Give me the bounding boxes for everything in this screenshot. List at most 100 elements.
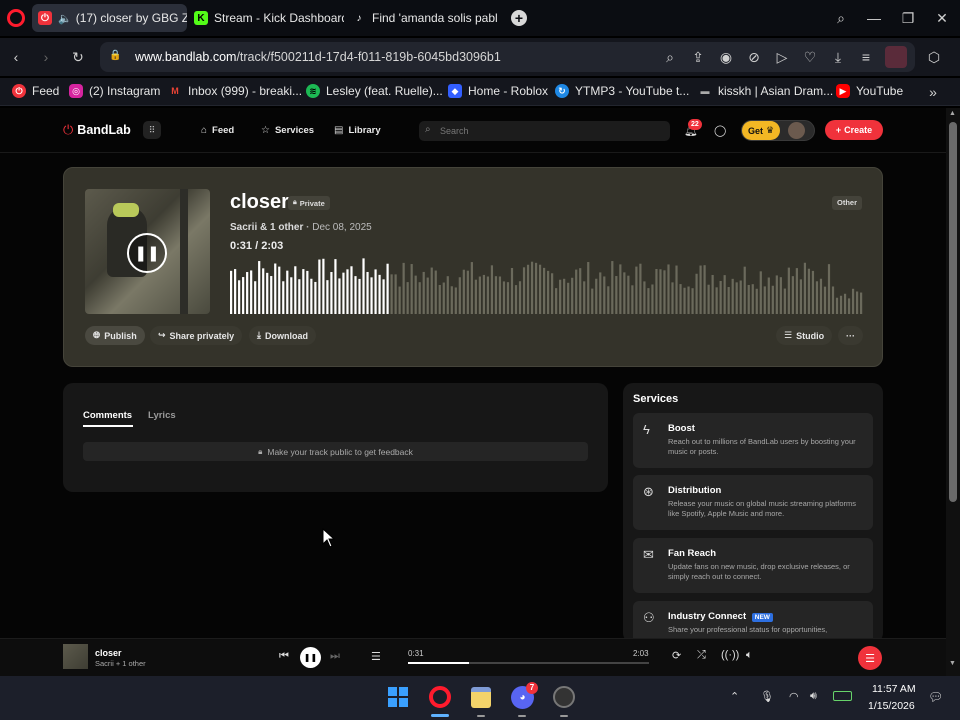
page-scrollbar[interactable]: ▲ ▼ (946, 108, 960, 676)
previous-button[interactable]: ⏮ (279, 650, 289, 663)
tab-lyrics[interactable]: Lyrics (148, 410, 176, 421)
player-icon[interactable]: ▷ (774, 49, 790, 65)
waveform-bar (246, 272, 249, 314)
reload-icon[interactable]: ↻ (70, 49, 86, 65)
battery-icon[interactable] (833, 691, 852, 701)
clock-time[interactable]: 11:57 AM (872, 683, 916, 695)
bookmark-youtube[interactable]: ▶ YouTube (836, 84, 903, 98)
wifi-icon[interactable]: ◠ (789, 690, 799, 703)
player-cover-art[interactable] (63, 644, 88, 669)
instagram-icon: ◎ (69, 84, 83, 98)
app-icon[interactable] (553, 686, 575, 708)
bookmark-spotify[interactable]: ≋ Lesley (feat. Ruelle)... (306, 84, 443, 98)
download-icon[interactable]: ⤓ (830, 49, 846, 65)
notification-center-icon[interactable]: 💬︎ (928, 690, 943, 704)
windows-start-icon[interactable] (388, 687, 408, 707)
messages-icon[interactable]: ◯ (714, 124, 726, 137)
restore-icon[interactable]: ❐ (900, 10, 916, 26)
broadcast-icon[interactable]: ((·)) (721, 649, 739, 661)
bookmark-kisskh[interactable]: ▬ kisskh | Asian Dram... (698, 84, 834, 98)
scroll-up-icon[interactable]: ▲ (949, 110, 956, 117)
waveform-bar (651, 284, 654, 314)
download-button[interactable]: ⤓ Download (249, 326, 316, 345)
repeat-icon[interactable]: ⟳ (672, 649, 681, 662)
waveform-bar (555, 288, 558, 314)
easy-setup-icon[interactable]: ≡ (858, 49, 874, 65)
bookmark-gmail[interactable]: M Inbox (999) - breaki... (168, 84, 302, 98)
clock-date[interactable]: 1/15/2026 (868, 700, 915, 712)
waveform[interactable] (230, 258, 864, 314)
waveform-bar (282, 281, 285, 314)
playlist-button[interactable]: ☰ (858, 646, 882, 670)
publish-button[interactable]: 🌐︎ Publish (85, 326, 145, 345)
close-window-icon[interactable]: ✕ (934, 10, 950, 26)
search-input[interactable]: ⌕ Search (419, 121, 670, 141)
tab-comments[interactable]: Comments (83, 410, 132, 421)
get-membership-button[interactable]: Get ♛ (741, 120, 815, 141)
waveform-bar (410, 264, 413, 314)
waveform-bar (575, 269, 578, 314)
url-field[interactable]: 🔒 www.bandlab.com/track/f500211d-17d4-f0… (100, 42, 915, 72)
new-tab-button[interactable]: + (511, 10, 527, 26)
service-industry-connect[interactable]: ⚇ Industry Connect NEW Share your profes… (633, 601, 873, 638)
share-icon[interactable]: ⇪ (690, 49, 706, 65)
profile-avatar[interactable] (885, 46, 907, 68)
scrollbar-thumb[interactable] (949, 122, 957, 502)
service-boost[interactable]: ϟ Boost Reach out to millions of BandLab… (633, 413, 873, 468)
volume-icon[interactable]: 🔈︎ (746, 649, 753, 662)
waveform-bar (719, 280, 722, 314)
heart-icon[interactable]: ♡ (802, 49, 818, 65)
shuffle-icon[interactable]: ⤮ (697, 649, 706, 662)
adblock-icon[interactable]: ⊘ (746, 49, 762, 65)
forward-icon[interactable]: › (38, 49, 54, 65)
nav-feed[interactable]: ⌂ Feed (201, 125, 234, 136)
bandlab-icon: ⏻ (12, 84, 26, 98)
extensions-icon[interactable]: ⬡ (926, 49, 942, 65)
player-title[interactable]: closer (95, 648, 122, 658)
back-icon[interactable]: ‹ (8, 49, 24, 65)
cover-art[interactable]: ❚❚ (85, 189, 210, 314)
bandlab-logo[interactable]: ⏻ BandLab (63, 122, 131, 138)
search-tabs-icon[interactable]: ⌕ (833, 10, 849, 26)
camera-icon[interactable]: ◉ (718, 49, 734, 65)
tab-bandlab[interactable]: ⏻ 🔈 (17) closer by GBG Zay (32, 4, 187, 32)
waveform-bar (346, 269, 349, 314)
pause-button[interactable]: ❚❚ (127, 233, 167, 273)
bookmark-instagram[interactable]: ◎ (2) Instagram (69, 84, 160, 98)
apps-grid-button[interactable]: ⠿ (143, 121, 161, 139)
waveform-bar (787, 267, 790, 314)
player-pause-button[interactable]: ❚❚ (300, 647, 321, 668)
bookmark-roblox[interactable]: ◆ Home - Roblox (448, 84, 548, 98)
tray-overflow-icon[interactable]: ⌃ (730, 690, 739, 703)
tab-tiktok[interactable]: ♪ Find 'amanda solis pablo' (352, 4, 499, 32)
opera-logo-icon[interactable] (7, 9, 25, 27)
opera-taskbar-icon[interactable] (429, 686, 451, 708)
user-avatar[interactable] (788, 122, 806, 139)
bookmark-ytmp3[interactable]: ↻ YTMP3 - YouTube t... (555, 84, 689, 98)
scroll-down-icon[interactable]: ▼ (949, 660, 956, 667)
lens-icon[interactable]: ⌕ (662, 49, 678, 65)
waveform-bar (663, 270, 666, 314)
progress-track[interactable] (408, 662, 649, 664)
studio-button[interactable]: ☰ Studio (776, 326, 833, 345)
track-artists[interactable]: Sacrii & 1 other (230, 222, 303, 233)
share-privately-button[interactable]: ↪ Share privately (150, 326, 243, 345)
tab-kick[interactable]: K Stream - Kick Dashboard (194, 4, 344, 32)
microphone-icon[interactable]: 🎙︎ (760, 690, 774, 703)
more-bookmarks-icon[interactable]: » (925, 84, 941, 100)
queue-icon[interactable]: ☰ (371, 650, 381, 663)
service-fan-reach[interactable]: ✉ Fan Reach Update fans on new music, dr… (633, 538, 873, 593)
notepad-icon[interactable] (471, 687, 491, 708)
more-options-button[interactable]: ··· (838, 326, 863, 345)
waveform-bar (547, 270, 550, 314)
player-artists[interactable]: Sacrii + 1 other (95, 659, 146, 668)
nav-library[interactable]: ▤ Library (334, 125, 381, 136)
bookmark-feed[interactable]: ⏻ Feed (12, 84, 59, 98)
genre-badge[interactable]: Other (831, 196, 862, 210)
minimize-icon[interactable]: — (866, 10, 882, 26)
create-button[interactable]: + Create (825, 120, 883, 140)
service-distribution[interactable]: ⊛ Distribution Release your music on glo… (633, 475, 873, 530)
speaker-tray-icon[interactable]: 🔊︎ (810, 690, 817, 703)
nav-services[interactable]: ☆ Services (261, 125, 314, 136)
next-button[interactable]: ⏭ (330, 650, 340, 663)
